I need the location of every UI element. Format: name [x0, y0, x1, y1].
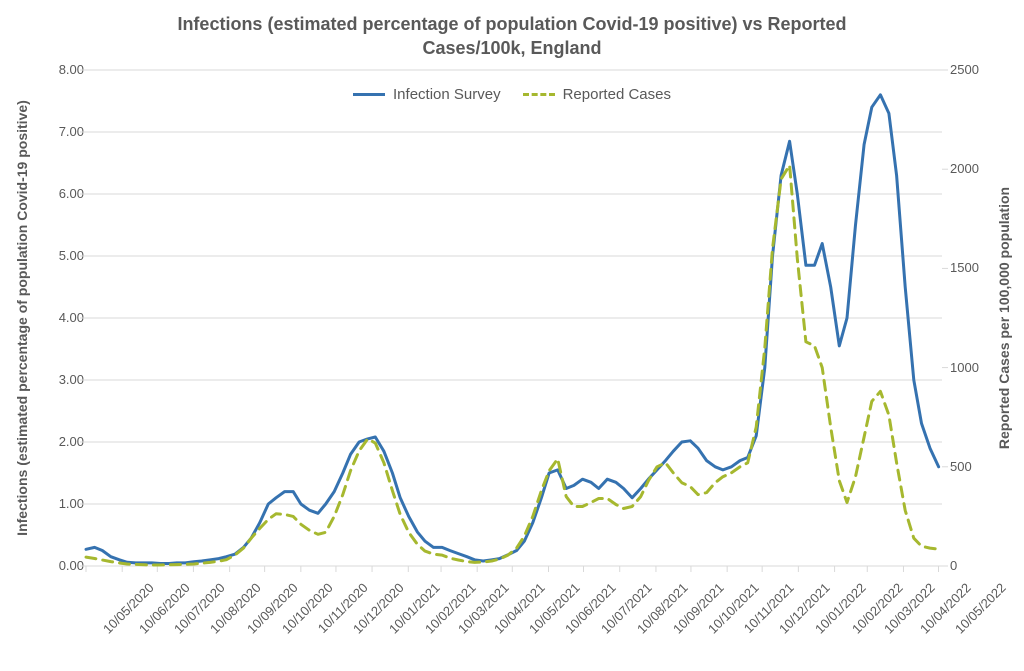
series-reported: [86, 165, 939, 565]
y-left-tick: 5.00: [38, 248, 84, 263]
y-left-tick: 4.00: [38, 310, 84, 325]
y-left-tick: 1.00: [38, 496, 84, 511]
y-left-tick: 0.00: [38, 558, 84, 573]
y-axis-right-label-wrap: Reported Cases per 100,000 population: [994, 70, 1014, 566]
y-axis-left-ticks: 0.001.002.003.004.005.006.007.008.00: [38, 70, 84, 566]
y-axis-right-ticks: 05001000150020002500: [950, 70, 996, 566]
y-right-tick: 1000: [950, 360, 996, 375]
y-right-tick: 2500: [950, 62, 996, 77]
plot-svg: [86, 70, 942, 566]
y-left-tick: 8.00: [38, 62, 84, 77]
chart-container: Infections (estimated percentage of popu…: [0, 0, 1024, 671]
chart-title: Infections (estimated percentage of popu…: [0, 12, 1024, 61]
y-left-tick: 3.00: [38, 372, 84, 387]
x-axis-ticks: 10/05/202010/06/202010/07/202010/08/2020…: [86, 566, 942, 666]
y-left-tick: 7.00: [38, 124, 84, 139]
y-axis-right-label: Reported Cases per 100,000 population: [996, 187, 1012, 449]
y-right-tick: 500: [950, 459, 996, 474]
series-infection: [86, 95, 939, 564]
y-right-tick: 1500: [950, 260, 996, 275]
y-right-tick: 2000: [950, 161, 996, 176]
y-left-tick: 6.00: [38, 186, 84, 201]
y-axis-left-label: Infections (estimated percentage of popu…: [14, 100, 30, 536]
y-right-tick: 0: [950, 558, 996, 573]
plot-area: [86, 70, 942, 566]
y-left-tick: 2.00: [38, 434, 84, 449]
y-axis-left-label-wrap: Infections (estimated percentage of popu…: [12, 70, 32, 566]
